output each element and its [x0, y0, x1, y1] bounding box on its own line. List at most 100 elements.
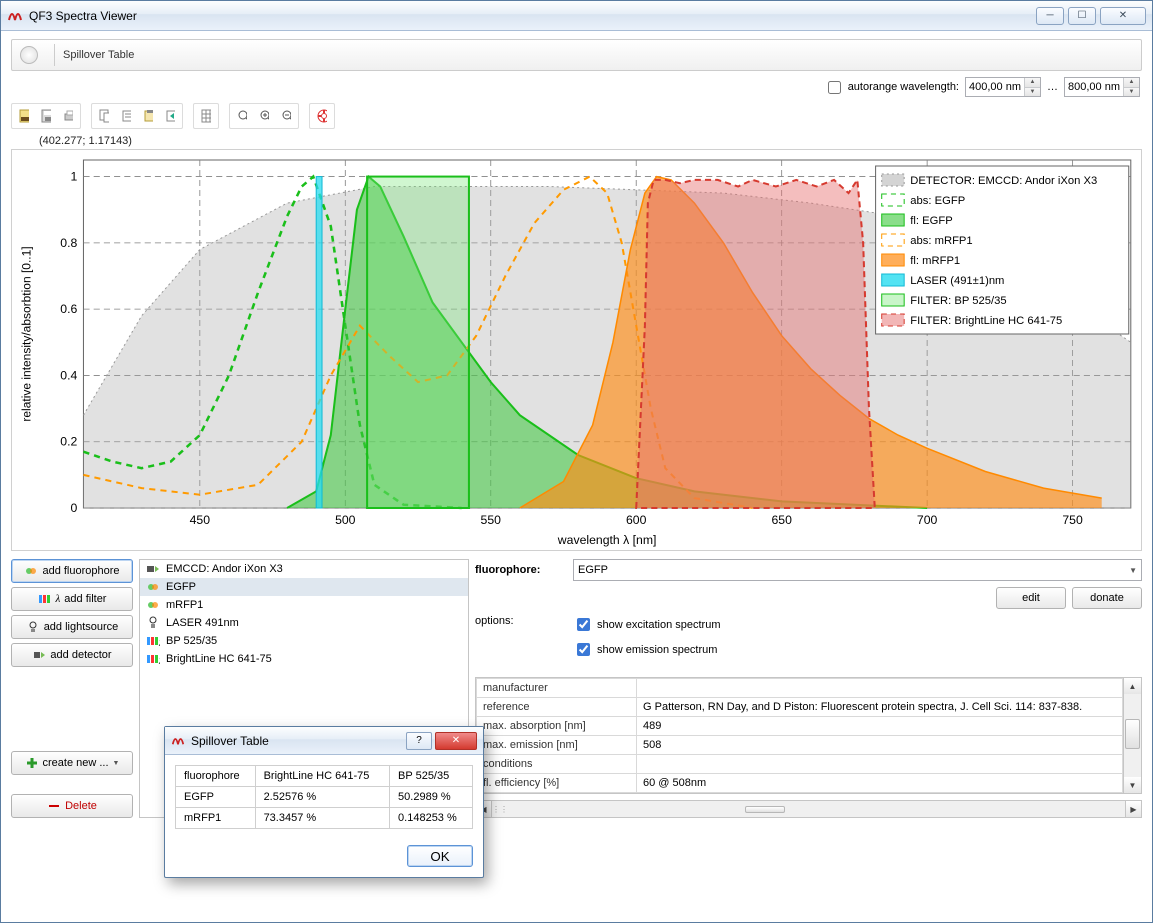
scrollbar-down-icon[interactable]: ▼ [1124, 777, 1141, 793]
list-item-label: mRFP1 [166, 599, 203, 611]
svg-text:FILTER: BP 525/35: FILTER: BP 525/35 [910, 295, 1006, 307]
list-item[interactable]: λBP 525/35 [140, 632, 468, 650]
table-row[interactable]: max. emission [nm]508 [477, 736, 1123, 755]
toolbar-save-icon[interactable] [13, 105, 35, 127]
add-fluorophore-button[interactable]: add fluorophore [11, 559, 133, 583]
dialog-close-button[interactable]: ✕ [435, 732, 477, 750]
toolbar-disk-icon[interactable] [35, 105, 57, 127]
spillover-table[interactable]: fluorophoreBrightLine HC 641-75BP 525/35… [175, 765, 473, 829]
delete-button[interactable]: Delete [11, 794, 133, 818]
donate-button[interactable]: donate [1072, 587, 1142, 609]
svg-text:600: 600 [626, 513, 647, 527]
spinner-up-icon[interactable]: ▲ [1025, 78, 1040, 88]
toolbar-export-icon[interactable] [159, 105, 181, 127]
wavelength-from-spinner[interactable]: ▲▼ [965, 77, 1041, 97]
add-lightsource-button[interactable]: add lightsource [11, 615, 133, 639]
property-key: conditions [477, 755, 637, 774]
window-titlebar: QF3 Spectra Viewer ─ ☐ ✕ [1, 1, 1152, 31]
table-header[interactable]: fluorophore [176, 766, 256, 787]
show-emission-checkbox-row[interactable]: show emission spectrum [573, 640, 721, 659]
spectra-plot[interactable]: 00.20.40.60.81450500550600650700750wavel… [12, 150, 1141, 550]
table-row[interactable]: referenceG Patterson, RN Day, and D Pist… [477, 698, 1123, 717]
table-cell: 0.148253 % [390, 808, 473, 829]
table-row[interactable]: conditions [477, 755, 1123, 774]
svg-text:0.4: 0.4 [60, 369, 77, 383]
svg-text:700: 700 [917, 513, 938, 527]
dialog-ok-button[interactable]: OK [407, 845, 473, 867]
window-minimize-button[interactable]: ─ [1036, 7, 1064, 25]
add-filter-button[interactable]: λ add filter [11, 587, 133, 611]
chevron-down-icon: ▼ [1129, 566, 1137, 575]
svg-text:500: 500 [335, 513, 356, 527]
toolbar-zoom-out-icon[interactable] [275, 105, 297, 127]
fluorophore-select[interactable]: EGFP ▼ [573, 559, 1142, 581]
spillover-table-icon[interactable] [20, 46, 38, 64]
range-ellipsis: … [1047, 81, 1058, 93]
autorange-row: autorange wavelength: ▲▼ … ▲▼ [11, 71, 1142, 101]
list-item-label: BrightLine HC 641-75 [166, 653, 272, 665]
list-item[interactable]: EMCCD: Andor iXon X3 [140, 560, 468, 578]
list-item[interactable]: mRFP1 [140, 596, 468, 614]
table-row[interactable]: max. absorption [nm]489 [477, 717, 1123, 736]
window-maximize-button[interactable]: ☐ [1068, 7, 1096, 25]
table-header[interactable]: BP 525/35 [390, 766, 473, 787]
property-value [637, 679, 1123, 698]
spillover-table-button[interactable]: Spillover Table [63, 49, 134, 61]
table-row[interactable]: fl. efficiency [%]60 @ 508nm [477, 774, 1123, 793]
property-key: fl. efficiency [%] [477, 774, 637, 793]
list-item[interactable]: λBrightLine HC 641-75 [140, 650, 468, 668]
toolbar-help-icon[interactable] [311, 105, 333, 127]
wavelength-to-input[interactable] [1065, 78, 1123, 96]
toolbar-zoom-in-icon[interactable] [253, 105, 275, 127]
spinner-down-icon[interactable]: ▼ [1124, 88, 1139, 97]
wavelength-from-input[interactable] [966, 78, 1024, 96]
show-excitation-checkbox-row[interactable]: show excitation spectrum [573, 615, 721, 634]
svg-text:0.6: 0.6 [60, 302, 77, 316]
toolbar-print-icon[interactable] [57, 105, 79, 127]
list-item-label: EGFP [166, 581, 196, 593]
table-row[interactable]: manufacturer [477, 679, 1123, 698]
property-value: 508 [637, 736, 1123, 755]
vertical-scrollbar[interactable]: ▲ ▼ [1124, 677, 1142, 794]
dialog-help-button[interactable]: ? [406, 732, 432, 750]
scrollbar-thumb[interactable] [1125, 719, 1140, 749]
show-excitation-checkbox[interactable] [577, 618, 590, 631]
svg-text:650: 650 [771, 513, 792, 527]
separator [54, 44, 55, 66]
wavelength-to-spinner[interactable]: ▲▼ [1064, 77, 1140, 97]
svg-text:FILTER: BrightLine HC 641-75: FILTER: BrightLine HC 641-75 [910, 315, 1062, 327]
show-emission-checkbox[interactable] [577, 643, 590, 656]
create-new-button[interactable]: create new ... ▼ [11, 751, 133, 775]
horizontal-scrollbar[interactable]: ◀ ⋮⋮ ▶ [475, 800, 1142, 818]
svg-text:fl: EGFP: fl: EGFP [910, 215, 952, 227]
table-header[interactable]: BrightLine HC 641-75 [255, 766, 389, 787]
svg-text:λ: λ [158, 639, 160, 648]
autorange-checkbox[interactable] [828, 81, 841, 94]
window-close-button[interactable]: ✕ [1100, 7, 1146, 25]
table-row: mRFP173.3457 %0.148253 % [176, 808, 473, 829]
spinner-down-icon[interactable]: ▼ [1025, 88, 1040, 97]
spinner-up-icon[interactable]: ▲ [1124, 78, 1139, 88]
list-item-label: LASER 491nm [166, 617, 239, 629]
edit-button[interactable]: edit [996, 587, 1066, 609]
svg-text:fl: mRFP1: fl: mRFP1 [910, 255, 960, 267]
options-label: options: [475, 615, 565, 659]
list-item[interactable]: LASER 491nm [140, 614, 468, 632]
toolbar-zoom-fit-icon[interactable] [231, 105, 253, 127]
scrollbar-up-icon[interactable]: ▲ [1124, 678, 1141, 694]
table-row: EGFP2.52576 %50.2989 % [176, 787, 473, 808]
properties-table[interactable]: manufacturerreferenceG Patterson, RN Day… [475, 677, 1124, 794]
svg-text:abs: EGFP: abs: EGFP [910, 195, 965, 207]
toolbar-copy2-icon[interactable] [115, 105, 137, 127]
add-detector-button[interactable]: add detector [11, 643, 133, 667]
list-item[interactable]: EGFP [140, 578, 468, 596]
app-icon [7, 6, 29, 25]
scrollbar-thumb[interactable] [745, 806, 785, 813]
property-value: G Patterson, RN Day, and D Piston: Fluor… [637, 698, 1123, 717]
toolbar-paste-icon[interactable] [137, 105, 159, 127]
scrollbar-right-icon[interactable]: ▶ [1125, 801, 1141, 817]
toolbar-table-icon[interactable] [195, 105, 217, 127]
toolbar-copy-icon[interactable] [93, 105, 115, 127]
autorange-checkbox-label[interactable]: autorange wavelength: [824, 78, 959, 97]
dialog-titlebar[interactable]: Spillover Table ? ✕ [165, 727, 483, 755]
